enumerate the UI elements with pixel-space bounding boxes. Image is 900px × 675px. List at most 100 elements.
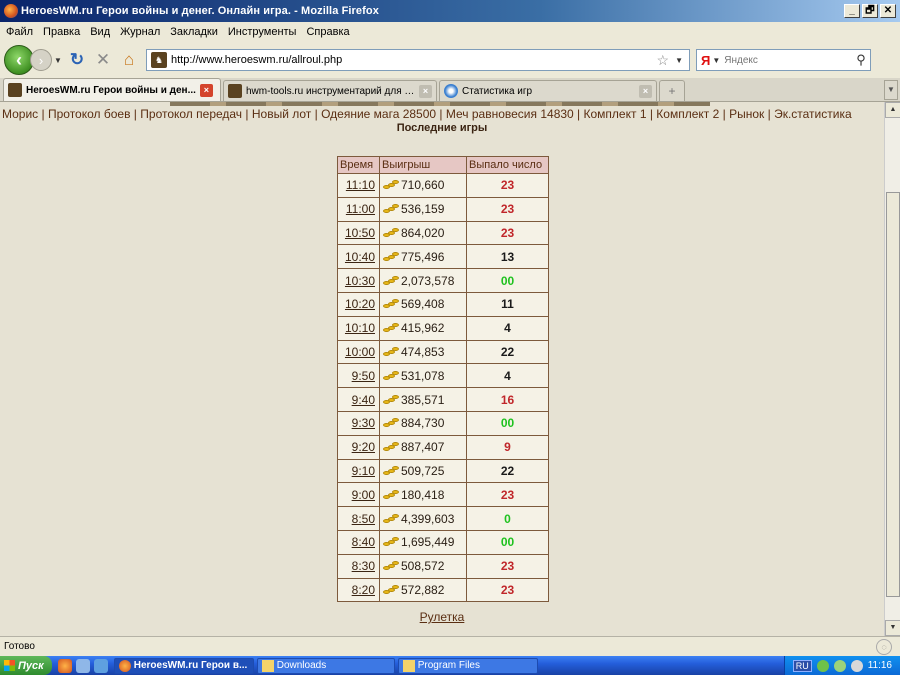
game-time-link[interactable]: 9:50 <box>352 369 375 383</box>
home-icon[interactable]: ⌂ <box>116 47 142 73</box>
link-moris[interactable]: Морис <box>2 107 38 121</box>
roulette-link[interactable]: Рулетка <box>420 610 465 624</box>
security-tray-icon[interactable] <box>833 659 846 672</box>
maximize-button[interactable]: 🗗 <box>862 4 878 18</box>
tab-close-icon[interactable]: × <box>419 84 432 98</box>
link-mage-robe[interactable]: Одеяние мага 28500 <box>321 107 436 121</box>
game-time-link[interactable]: 8:20 <box>352 583 375 597</box>
link-set-2[interactable]: Комплект 2 <box>656 107 719 121</box>
link-new-lot[interactable]: Новый лот <box>252 107 311 121</box>
page-content: Морис | Протокол боев | Протокол передач… <box>0 102 884 636</box>
search-bar[interactable]: Я ▼ ⚲ <box>696 49 871 71</box>
game-time-link[interactable]: 9:10 <box>352 464 375 478</box>
taskbar-item-program-files[interactable]: Program Files <box>397 657 538 674</box>
new-tab-button[interactable]: + <box>659 80 685 101</box>
winnings-cell: 536,159 <box>379 196 467 222</box>
tab-statistics[interactable]: Статистика игр × <box>439 80 657 101</box>
link-set-1[interactable]: Комплект 1 <box>584 107 647 121</box>
winnings-value: 415,962 <box>401 321 445 336</box>
search-input[interactable] <box>724 54 852 66</box>
clock-tray-icon[interactable] <box>850 659 863 672</box>
reload-icon[interactable]: ↻ <box>64 47 90 73</box>
winnings-value: 864,020 <box>401 225 445 240</box>
table-row: 8:20 572,882 23 <box>337 577 549 603</box>
forward-button[interactable]: › <box>30 49 52 71</box>
recent-games-table: Время Выигрыш Выпало число 11:10 710,660 2… <box>337 156 549 603</box>
game-time-link[interactable]: 10:50 <box>345 226 375 240</box>
top-links-bar: Морис | Протокол боев | Протокол передач… <box>2 107 852 121</box>
stop-icon[interactable]: ✕ <box>90 47 116 73</box>
menu-help[interactable]: Справка <box>306 26 349 38</box>
game-time-link[interactable]: 11:00 <box>346 202 375 216</box>
result-number-cell: 23 <box>466 173 549 198</box>
yandex-logo-icon[interactable]: Я <box>701 53 710 68</box>
gold-coins-icon <box>383 536 400 547</box>
menu-view[interactable]: Вид <box>90 26 110 38</box>
gold-coins-icon <box>383 465 400 476</box>
game-time-link[interactable]: 11:10 <box>346 178 375 192</box>
link-market[interactable]: Рынок <box>729 107 764 121</box>
tab-hwm-tools[interactable]: hwm-tools.ru инструментарий для иг... × <box>223 80 437 101</box>
tab-close-icon[interactable]: × <box>639 84 652 98</box>
game-time-link[interactable]: 10:30 <box>345 274 375 288</box>
roulette-link-container: Рулетка <box>0 610 884 624</box>
vertical-scrollbar[interactable]: ▲ ▼ <box>884 102 900 636</box>
minimize-button[interactable]: _ <box>844 4 860 18</box>
start-button[interactable]: Пуск <box>0 656 52 675</box>
firefox-quicklaunch-icon[interactable] <box>57 658 72 673</box>
tab-close-icon[interactable]: × <box>199 83 213 97</box>
search-magnifier-icon[interactable]: ⚲ <box>852 52 870 68</box>
taskbar-item-firefox[interactable]: HeroesWM.ru Герои в... <box>113 657 254 674</box>
game-time-link[interactable]: 9:40 <box>352 393 375 407</box>
address-bar[interactable]: ♞ http://www.heroeswm.ru/allroul.php ☆ ▼ <box>146 49 690 71</box>
menu-history[interactable]: Журнал <box>120 26 160 38</box>
game-time-link[interactable]: 9:00 <box>352 488 375 502</box>
game-time-link[interactable]: 10:20 <box>345 297 375 311</box>
gold-coins-icon <box>383 346 400 357</box>
game-time-link[interactable]: 8:50 <box>352 512 375 526</box>
link-economic-statistics[interactable]: Эк.статистика <box>774 107 852 121</box>
game-time-link[interactable]: 8:40 <box>352 535 375 549</box>
folder-icon <box>261 659 274 672</box>
status-text: Готово <box>4 641 35 652</box>
game-time-link[interactable]: 8:30 <box>352 559 375 573</box>
link-battle-log[interactable]: Протокол боев <box>48 107 130 121</box>
game-time-cell: 10:10 <box>337 315 380 341</box>
link-transfer-log[interactable]: Протокол передач <box>140 107 242 121</box>
menu-bookmarks[interactable]: Закладки <box>170 26 218 38</box>
scroll-down-icon[interactable]: ▼ <box>885 620 900 636</box>
game-time-link[interactable]: 9:30 <box>352 416 375 430</box>
menu-file[interactable]: Файл <box>6 26 33 38</box>
menu-tools[interactable]: Инструменты <box>228 26 297 38</box>
language-indicator[interactable]: RU <box>792 659 812 672</box>
game-time-link[interactable]: 10:00 <box>345 345 375 359</box>
taskbar-item-downloads[interactable]: Downloads <box>256 657 395 674</box>
menu-edit[interactable]: Правка <box>43 26 80 38</box>
table-row: 10:50 864,020 23 <box>337 220 549 246</box>
winnings-cell: 474,853 <box>379 339 467 365</box>
close-button[interactable]: ✕ <box>880 4 896 18</box>
result-number-cell: 22 <box>466 458 549 484</box>
gold-coins-icon <box>383 203 400 214</box>
gold-coins-icon <box>383 560 400 571</box>
scroll-up-icon[interactable]: ▲ <box>885 102 900 118</box>
network-tray-icon[interactable] <box>816 659 829 672</box>
url-dropdown-icon[interactable]: ▼ <box>675 56 683 65</box>
game-time-link[interactable]: 10:10 <box>345 321 375 335</box>
result-number-cell: 0 <box>466 506 549 531</box>
internet-explorer-icon[interactable] <box>93 658 108 673</box>
show-desktop-icon[interactable] <box>75 658 90 673</box>
bookmark-star-icon[interactable]: ☆ <box>657 52 670 69</box>
game-time-link[interactable]: 10:40 <box>345 250 375 264</box>
tab-list-dropdown-icon[interactable]: ▼ <box>884 80 898 100</box>
game-time-cell: 11:00 <box>337 196 380 222</box>
search-engine-dropdown-icon[interactable]: ▼ <box>712 56 720 65</box>
game-time-link[interactable]: 9:20 <box>352 440 375 454</box>
link-sword-balance[interactable]: Меч равновесия 14830 <box>446 107 574 121</box>
winnings-cell: 509,725 <box>379 458 467 484</box>
url-text[interactable]: http://www.heroeswm.ru/allroul.php <box>171 54 657 66</box>
scroll-thumb[interactable] <box>886 192 900 597</box>
history-dropdown-icon[interactable]: ▼ <box>52 56 64 65</box>
decorative-header-strip <box>170 102 710 106</box>
tab-heroeswm[interactable]: HeroesWM.ru Герои войны и ден... × <box>3 78 221 101</box>
